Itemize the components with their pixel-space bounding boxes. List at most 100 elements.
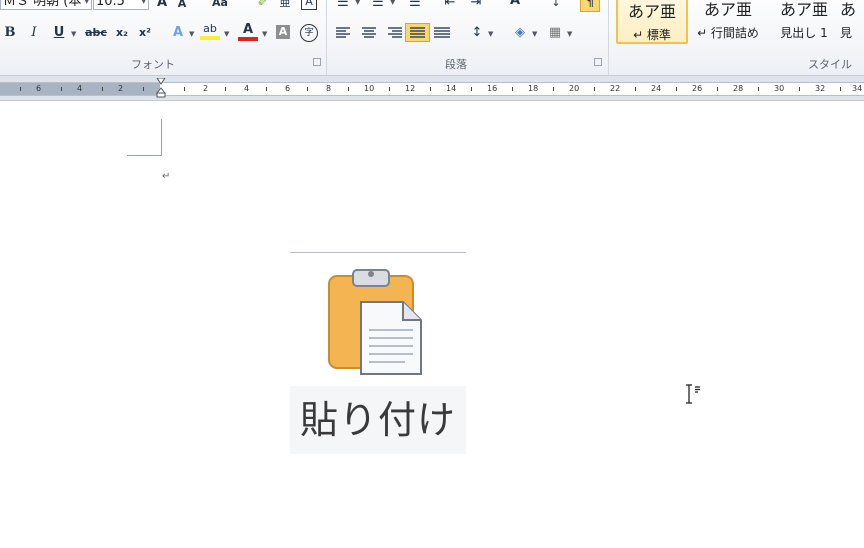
- ruler-number: 4: [244, 84, 250, 93]
- increase-indent-button[interactable]: ⇥: [466, 0, 486, 12]
- distributed-align-icon[interactable]: [434, 26, 450, 40]
- document-area[interactable]: ↵ 貼り付け: [0, 101, 864, 548]
- ruler-tick: [348, 87, 349, 91]
- ruler-tick: [430, 87, 431, 91]
- style-name: ↵ 標準: [633, 28, 671, 42]
- indent-marker-icon[interactable]: [156, 78, 166, 98]
- ruler-number: 32: [815, 84, 826, 93]
- ruler-tick: [635, 87, 636, 91]
- margin-corner-mark: [161, 119, 162, 156]
- divider: [290, 252, 466, 253]
- italic-button[interactable]: I: [24, 24, 44, 42]
- show-marks-button[interactable]: ¶: [580, 0, 600, 12]
- shrink-font-button[interactable]: A: [172, 0, 192, 13]
- clear-format-button[interactable]: ✐: [253, 0, 273, 12]
- ruler-number: 6: [36, 84, 42, 93]
- multilevel-list-button[interactable]: ☰: [405, 0, 425, 12]
- paragraph-dialog-launcher-icon[interactable]: [594, 58, 602, 66]
- grow-font-button[interactable]: A: [152, 0, 172, 12]
- phonetic-guide-button[interactable]: 亜: [275, 0, 295, 12]
- text-effect-button[interactable]: A: [168, 24, 188, 42]
- style-heading-1[interactable]: あア亜 見出し 1: [768, 0, 840, 44]
- style-heading-2[interactable]: あ 見: [840, 0, 864, 44]
- font-name-dropdown-icon[interactable]: ▼: [84, 0, 89, 5]
- horizontal-ruler[interactable]: 6 4 2 2 4 6 8 10 12 14 16 18 20 22 24 26…: [0, 76, 864, 101]
- highlight-dropdown-icon[interactable]: ▼: [224, 30, 229, 38]
- ruler-tick: [471, 87, 472, 91]
- ruler-tick: [676, 87, 677, 91]
- font-name-combo[interactable]: ＭＳ 明朝 (本: [0, 0, 92, 10]
- strikethrough-button[interactable]: abc: [84, 24, 108, 42]
- ruler-number: 6: [285, 84, 291, 93]
- group-separator: [608, 0, 609, 75]
- ribbon: ＭＳ 明朝 (本 ▼ 10.5 ▼ A A Aa ✐ 亜 A B I U ▼ a…: [0, 0, 864, 76]
- style-sample: あ: [840, 0, 857, 19]
- numbering-dropdown-icon[interactable]: ▼: [390, 0, 395, 6]
- decrease-indent-button[interactable]: ⇤: [440, 0, 460, 12]
- bold-button[interactable]: B: [0, 24, 20, 42]
- underline-dropdown-icon[interactable]: ▼: [71, 30, 76, 38]
- ruler-tick: [389, 87, 390, 91]
- underline-button[interactable]: U: [49, 24, 69, 42]
- ruler-number: 28: [733, 84, 744, 93]
- line-spacing-button[interactable]: ↕: [467, 24, 487, 42]
- change-case-button[interactable]: Aa: [206, 0, 234, 12]
- bullets-dropdown-icon[interactable]: ▼: [355, 0, 360, 6]
- char-shading-button[interactable]: A: [276, 25, 290, 39]
- bullets-button[interactable]: ☰: [333, 0, 353, 12]
- paste-button-enlarged[interactable]: 貼り付け: [290, 252, 466, 455]
- ruler-tick: [61, 87, 62, 91]
- asian-layout-button[interactable]: A: [505, 0, 525, 10]
- style-sample: あア亜: [627, 2, 676, 21]
- sort-button[interactable]: ↓: [546, 0, 566, 12]
- ruler-number: 12: [405, 84, 416, 93]
- ruler-number: 22: [610, 84, 621, 93]
- ruler-number: 26: [692, 84, 703, 93]
- line-spacing-dropdown-icon[interactable]: ▼: [488, 30, 493, 38]
- borders-button[interactable]: ▦: [545, 24, 565, 42]
- clipboard-paste-icon: [328, 269, 422, 375]
- subscript-button[interactable]: x₂: [112, 24, 132, 42]
- ruler-tick: [799, 87, 800, 91]
- ruler-tick: [512, 87, 513, 91]
- ruler-tick: [307, 87, 308, 91]
- superscript-button[interactable]: x²: [135, 24, 155, 42]
- shading-button[interactable]: ◈: [510, 24, 530, 42]
- justify-button[interactable]: [405, 23, 430, 42]
- text-effect-dropdown-icon[interactable]: ▼: [189, 30, 194, 38]
- group-separator: [326, 0, 327, 75]
- highlight-button[interactable]: ab: [200, 22, 220, 40]
- ruler-tick: [143, 87, 144, 91]
- ruler-tick: [184, 87, 185, 91]
- font-dialog-launcher-icon[interactable]: [313, 58, 321, 66]
- ruler-tick: [758, 87, 759, 91]
- font-color-button[interactable]: A: [238, 22, 258, 41]
- ruler-number: 4: [77, 84, 83, 93]
- shading-dropdown-icon[interactable]: ▼: [532, 30, 537, 38]
- ruler-number: 30: [774, 84, 785, 93]
- style-sample: あア亜: [779, 0, 828, 19]
- font-group-label: フォント: [131, 58, 175, 71]
- paragraph-group-label: 段落: [445, 58, 467, 71]
- style-normal[interactable]: あア亜 ↵ 標準: [616, 0, 688, 44]
- ibeam-cursor-icon: [686, 384, 700, 404]
- style-name: ↵ 行間詰め: [697, 26, 759, 40]
- ruler-tick: [840, 87, 841, 91]
- numbering-button[interactable]: ☰: [368, 0, 388, 12]
- font-size-dropdown-icon[interactable]: ▼: [141, 0, 146, 5]
- paragraph-mark: ↵: [162, 171, 171, 182]
- font-color-dropdown-icon[interactable]: ▼: [262, 30, 267, 38]
- char-border-button[interactable]: A: [301, 0, 317, 10]
- ruler-number: 16: [487, 84, 498, 93]
- ruler-tick: [594, 87, 595, 91]
- ruler-number: 2: [118, 84, 124, 93]
- styles-group-label: スタイル: [808, 58, 852, 71]
- ruler-tick: [717, 87, 718, 91]
- enclose-char-button[interactable]: 字: [300, 24, 318, 42]
- style-no-spacing[interactable]: あア亜 ↵ 行間詰め: [692, 0, 764, 44]
- ruler-number: 18: [528, 84, 539, 93]
- ruler-number: 20: [569, 84, 580, 93]
- margin-corner-mark: [127, 155, 162, 156]
- ruler-number: 34: [852, 84, 863, 93]
- borders-dropdown-icon[interactable]: ▼: [567, 30, 572, 38]
